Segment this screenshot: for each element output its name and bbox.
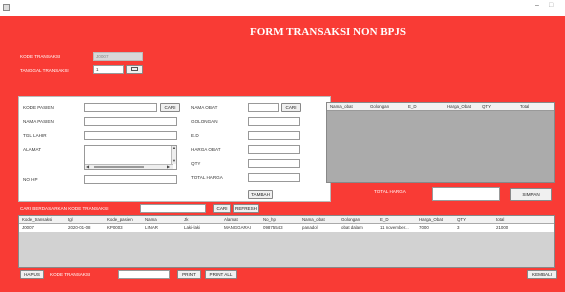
window-titlebar: – □ — [0, 0, 565, 16]
scroll-right-icon[interactable]: ▶ — [167, 165, 170, 169]
nama-obat-label: NAMA OBAT — [191, 105, 218, 110]
col-harga-obat: Harga_Obat — [419, 217, 443, 222]
scrollbar-thumb[interactable] — [94, 166, 144, 168]
calendar-icon — [131, 67, 138, 71]
kode-transaksi-field: J0007 — [93, 52, 143, 61]
alamat-vertical-scrollbar[interactable]: ▲ ▼ — [171, 146, 176, 164]
cell-kode-transaksi: J0007 — [22, 225, 34, 230]
tambah-button[interactable]: TAMBAH — [248, 190, 273, 199]
form-transaksi: FORM TRANSAKSI NON BPJS KODE TRANSAKSI J… — [0, 16, 565, 292]
alamat-label: ALAMAT — [23, 147, 42, 152]
harga-obat-label: HARGA OBAT — [191, 147, 221, 152]
cell-no-hp: 09875543 — [263, 225, 283, 230]
col-no-hp: No_hp — [263, 217, 276, 222]
kode-pasien-input[interactable] — [84, 103, 157, 112]
nama-pasien-input[interactable] — [84, 117, 177, 126]
alamat-textarea[interactable]: ▲ ▼ ◀ ▶ — [84, 145, 177, 170]
tgl-lahir-label: TGL LAHIR — [23, 133, 47, 138]
print-all-button[interactable]: PRINT ALL — [205, 270, 237, 279]
no-hp-label: NO HP — [23, 177, 38, 182]
nama-pasien-label: NAMA PASIEN — [23, 119, 54, 124]
cart-col-qty: QTY — [482, 104, 492, 109]
cart-total-harga-label: TOTAL HARGA — [374, 189, 406, 194]
tanggal-transaksi-field[interactable]: 1 — [93, 65, 124, 74]
golongan-input[interactable] — [248, 117, 300, 126]
col-kode-transaksi: Kode_transaksi — [22, 217, 53, 222]
no-hp-input[interactable] — [84, 175, 177, 184]
col-jk: Jk — [184, 217, 189, 222]
table-row[interactable]: J0007 2020-01-08 KP0003 LINAR Laki-laki … — [19, 224, 554, 232]
search-cari-button[interactable]: CARI — [213, 204, 231, 213]
alamat-horizontal-scrollbar[interactable]: ◀ ▶ — [85, 164, 173, 169]
col-alamat: Alamat — [224, 217, 238, 222]
cell-kode-pasien: KP0003 — [107, 225, 123, 230]
hapus-button[interactable]: HAPUS — [20, 270, 44, 279]
total-harga-label: TOTAL HARGA — [191, 175, 223, 180]
ed-input[interactable] — [248, 131, 300, 140]
app-window-icon — [3, 4, 10, 11]
cell-jk: Laki-laki — [184, 225, 201, 230]
col-ed: E_D — [380, 217, 389, 222]
kembali-button[interactable]: KEMBALI — [527, 270, 557, 279]
cell-total: 21000 — [496, 225, 509, 230]
col-nama: Nama — [145, 217, 157, 222]
col-golongan: Golongan — [341, 217, 361, 222]
cell-ed: 11 november... — [380, 225, 409, 230]
refresh-button[interactable]: REFRESH — [233, 204, 259, 213]
page-title: FORM TRANSAKSI NON BPJS — [250, 26, 406, 38]
cart-table[interactable]: Nama_obat Golongan E_D Harga_Obat QTY To… — [326, 102, 555, 183]
ed-label: E.D — [191, 133, 199, 138]
qty-input[interactable] — [248, 159, 300, 168]
transaksi-table-header: Kode_transaksi tgl Kode_pasien Nama Jk A… — [19, 216, 554, 224]
cart-col-harga-obat: Harga_Obat — [447, 104, 471, 109]
cell-qty: 3 — [457, 225, 460, 230]
harga-obat-input[interactable] — [248, 145, 300, 154]
cell-nama-obat: panadol — [302, 225, 318, 230]
maximize-icon[interactable]: □ — [549, 2, 553, 9]
scroll-left-icon[interactable]: ◀ — [86, 165, 89, 169]
search-kode-transaksi-input[interactable] — [140, 204, 206, 213]
transaksi-table[interactable]: Kode_transaksi tgl Kode_pasien Nama Jk A… — [18, 215, 555, 268]
kode-pasien-label: KODE PASIEN — [23, 105, 54, 110]
scroll-up-icon[interactable]: ▲ — [172, 146, 176, 150]
cart-total-harga-field — [432, 187, 500, 201]
cart-col-golongan: Golongan — [370, 104, 390, 109]
tanggal-transaksi-label: TANGGAL TRANSAKSI — [20, 68, 69, 73]
input-panel: KODE PASIEN CARI NAMA PASIEN TGL LAHIR A… — [18, 96, 331, 202]
cell-tgl: 2020-01-08 — [68, 225, 91, 230]
cart-table-header: Nama_obat Golongan E_D Harga_Obat QTY To… — [327, 103, 554, 111]
footer-kode-transaksi-label: KODE TRANSAKSI — [50, 272, 91, 277]
cell-alamat: MANGGARAI — [224, 225, 251, 230]
qty-label: QTY — [191, 161, 201, 166]
kode-transaksi-label: KODE TRANSAKSI — [20, 54, 61, 59]
cell-golongan: obat dalam — [341, 225, 363, 230]
col-nama-obat: Nama_obat — [302, 217, 325, 222]
cart-col-ed: E_D — [408, 104, 417, 109]
golongan-label: GOLONGAN — [191, 119, 218, 124]
simpan-button[interactable]: SIMPAN — [510, 188, 552, 201]
col-total: total — [496, 217, 505, 222]
cell-harga-obat: 7000 — [419, 225, 429, 230]
search-label: CARI BERDASARKAN KODE TRANSAKSI — [20, 206, 109, 211]
cart-col-total: Total — [520, 104, 530, 109]
tgl-lahir-input[interactable] — [84, 131, 177, 140]
col-qty: QTY — [457, 217, 467, 222]
cari-pasien-button[interactable]: CARI — [160, 103, 180, 112]
scroll-down-icon[interactable]: ▼ — [172, 159, 176, 163]
cari-obat-button[interactable]: CARI — [281, 103, 301, 112]
col-kode-pasien: Kode_pasien — [107, 217, 133, 222]
cart-col-nama-obat: Nama_obat — [330, 104, 353, 109]
col-tgl: tgl — [68, 217, 73, 222]
minimize-icon[interactable]: – — [535, 2, 539, 9]
footer-kode-transaksi-input[interactable] — [118, 270, 170, 279]
total-harga-input[interactable] — [248, 173, 300, 182]
nama-obat-input[interactable] — [248, 103, 279, 112]
cell-nama: LINAR — [145, 225, 158, 230]
print-button[interactable]: PRINT — [177, 270, 201, 279]
calendar-button[interactable] — [126, 65, 143, 74]
